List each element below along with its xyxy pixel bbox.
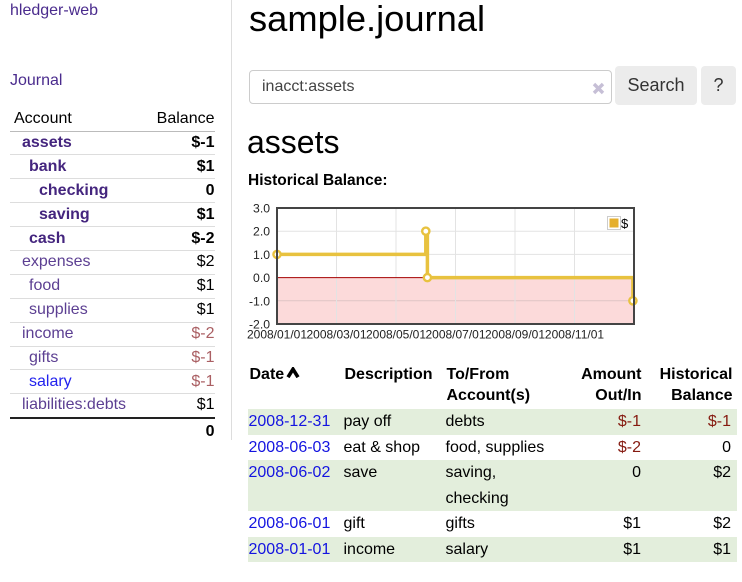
svg-text:0.0: 0.0 [253, 271, 270, 285]
svg-text:1.0: 1.0 [253, 248, 270, 262]
svg-text:3.0: 3.0 [253, 202, 270, 216]
svg-text:2008/01/01: 2008/01/01 [247, 328, 307, 342]
svg-text:2.0: 2.0 [253, 225, 270, 239]
svg-text:2008/05/01: 2008/05/01 [366, 328, 426, 342]
svg-text:2008/03/01: 2008/03/01 [306, 328, 366, 342]
svg-text:2008/09/01: 2008/09/01 [485, 328, 545, 342]
svg-text:2008/07/01: 2008/07/01 [425, 328, 485, 342]
svg-text:2008/11/01: 2008/11/01 [545, 328, 604, 342]
svg-text:-1.0: -1.0 [249, 294, 270, 308]
svg-text:$: $ [621, 216, 629, 231]
